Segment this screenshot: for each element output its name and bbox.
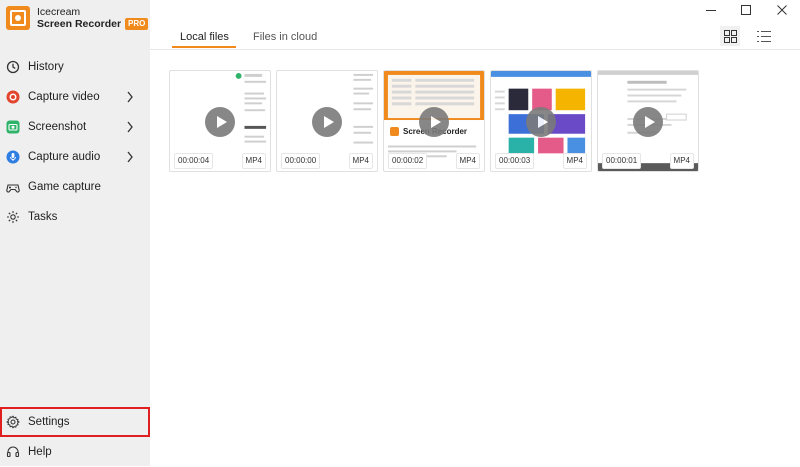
help-icon — [6, 445, 20, 459]
minimize-button[interactable] — [702, 2, 720, 18]
file-card[interactable]: 00:00:01 MP4 — [597, 70, 699, 172]
sidebar-item-help[interactable]: Help — [0, 437, 150, 467]
play-icon[interactable] — [419, 107, 449, 137]
tasks-icon — [6, 210, 20, 224]
close-button[interactable] — [773, 2, 791, 18]
active-tab-indicator — [172, 46, 236, 48]
video-duration: 00:00:00 — [281, 153, 321, 169]
chevron-right-icon — [126, 151, 134, 166]
app-logo-icon — [6, 6, 30, 30]
app-name-line2: Screen Recorder — [37, 18, 122, 30]
app-name-line1: Icecream — [37, 6, 81, 18]
file-card[interactable]: 00:00:03 MP4 — [490, 70, 592, 172]
tab-local-files[interactable]: Local files — [180, 31, 229, 43]
sidebar-item-label: Capture audio — [28, 151, 101, 163]
play-icon[interactable] — [205, 107, 235, 137]
sidebar-item-capture-video[interactable]: Capture video — [0, 82, 150, 112]
sidebar: Icecream Screen Recorder PRO History Cap… — [0, 0, 150, 466]
sidebar-item-settings[interactable]: Settings — [0, 407, 150, 437]
chevron-right-icon — [126, 121, 134, 136]
gamepad-icon — [6, 180, 20, 194]
pro-badge: PRO — [125, 18, 149, 30]
video-duration: 00:00:04 — [174, 153, 214, 169]
list-icon — [757, 30, 771, 42]
video-format: MP4 — [348, 153, 373, 169]
list-view-button[interactable] — [754, 26, 774, 46]
grid-icon — [723, 29, 737, 43]
video-duration: 00:00:02 — [388, 153, 428, 169]
sidebar-item-label: Settings — [28, 416, 70, 428]
play-icon[interactable] — [633, 107, 663, 137]
file-card[interactable]: Screen Recorder 00:00:02 MP4 — [383, 70, 485, 172]
chevron-right-icon — [126, 91, 134, 106]
file-card[interactable]: 00:00:00 MP4 — [276, 70, 378, 172]
microphone-icon — [6, 150, 20, 164]
sidebar-item-game-capture[interactable]: Game capture — [0, 172, 150, 202]
sidebar-item-label: Game capture — [28, 181, 101, 193]
sidebar-item-screenshot[interactable]: Screenshot — [0, 112, 150, 142]
play-icon[interactable] — [312, 107, 342, 137]
toolbar-divider — [150, 49, 800, 50]
record-icon — [6, 90, 20, 104]
video-format: MP4 — [241, 153, 266, 169]
sidebar-item-tasks[interactable]: Tasks — [0, 202, 150, 232]
sidebar-item-label: History — [28, 61, 64, 73]
maximize-button[interactable] — [737, 2, 755, 18]
sidebar-item-label: Capture video — [28, 91, 100, 103]
video-format: MP4 — [562, 153, 587, 169]
play-icon[interactable] — [526, 107, 556, 137]
video-format: MP4 — [669, 153, 694, 169]
grid-view-button[interactable] — [720, 26, 740, 46]
sidebar-item-label: Screenshot — [28, 121, 87, 133]
sidebar-item-capture-audio[interactable]: Capture audio — [0, 142, 150, 172]
tab-files-in-cloud[interactable]: Files in cloud — [253, 31, 317, 43]
video-duration: 00:00:03 — [495, 153, 535, 169]
file-card[interactable]: 00:00:04 MP4 — [169, 70, 271, 172]
history-icon — [6, 60, 20, 74]
gear-icon — [6, 415, 20, 429]
video-duration: 00:00:01 — [602, 153, 642, 169]
video-format: MP4 — [455, 153, 480, 169]
sidebar-item-history[interactable]: History — [0, 52, 150, 82]
camera-icon — [6, 120, 20, 134]
sidebar-item-label: Tasks — [28, 211, 58, 223]
app-logo: Icecream Screen Recorder PRO — [6, 6, 149, 30]
sidebar-item-label: Help — [28, 446, 52, 458]
